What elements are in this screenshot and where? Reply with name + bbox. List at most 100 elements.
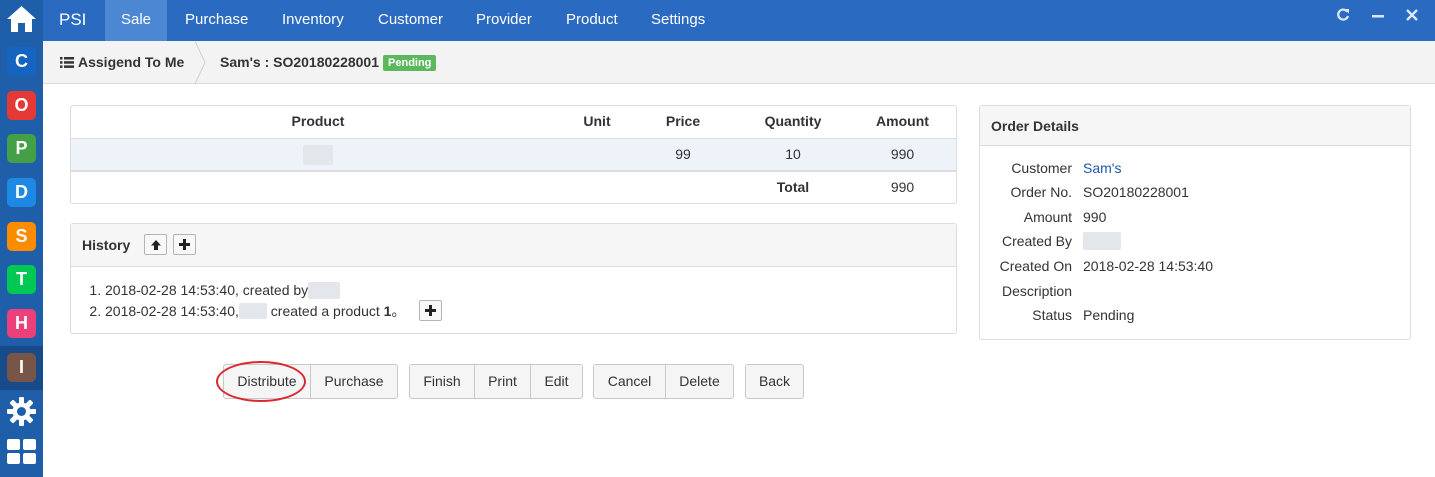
table-header-row: Product Unit Price Quantity Amount [71, 106, 956, 138]
detail-value: SO20180228001 [1083, 184, 1189, 200]
history-entry: 2018-02-28 14:53:40, created a product 1… [105, 300, 945, 322]
brand[interactable]: PSI [59, 10, 86, 30]
detail-row-created-on: Created On 2018-02-28 14:53:40 [980, 255, 1410, 277]
app-rail: C O P D S T H I [0, 0, 43, 477]
detail-label: Amount [1023, 209, 1072, 225]
detail-row-amount: Amount 990 [980, 206, 1410, 228]
history-header: History [71, 224, 956, 267]
top-nav: PSI Sale Purchase Inventory Customer Pro… [43, 0, 1435, 41]
grid-icon[interactable] [6, 438, 37, 466]
list-icon [60, 57, 74, 68]
detail-value: Pending [1083, 307, 1135, 323]
amount-cell: 990 [890, 146, 915, 162]
history-title: History [82, 237, 131, 253]
detail-row-status: Status Pending [980, 304, 1410, 326]
detail-row-customer: Customer Sam's [980, 157, 1410, 179]
redacted-user [1083, 232, 1121, 250]
refresh-icon[interactable] [1336, 8, 1350, 27]
expand-entry-button[interactable] [419, 300, 442, 321]
table-total-row: Total 990 [71, 170, 956, 202]
tab-purchase[interactable]: Purchase [169, 0, 264, 41]
collapse-button[interactable] [144, 234, 167, 255]
detail-row-description: Description [980, 280, 1410, 302]
detail-label: Order No. [1010, 184, 1072, 200]
breadcrumb-parent[interactable]: Assigend To Me [60, 54, 184, 70]
history-text: created a product [270, 303, 380, 319]
detail-value: 990 [1083, 209, 1107, 225]
quantity-cell: 10 [785, 146, 801, 162]
col-price-header: Price [665, 113, 701, 129]
breadcrumb-chevron-icon [194, 41, 206, 84]
col-amount-header: Amount [876, 113, 929, 129]
history-entry: 2018-02-28 14:53:40, created by [105, 280, 945, 301]
redacted-user [308, 282, 341, 299]
breadcrumb-current-label: Sam's : SO20180228001 [220, 54, 380, 70]
back-button[interactable]: Back [745, 364, 804, 399]
detail-row-order-no: Order No. SO20180228001 [980, 181, 1410, 203]
history-time: 2018-02-28 14:53:40 [105, 282, 235, 298]
col-quantity-header: Quantity [764, 113, 822, 129]
history-text: , created by [235, 282, 309, 298]
edit-button[interactable]: Edit [530, 364, 583, 399]
add-history-button[interactable] [173, 234, 196, 255]
breadcrumb-current: Sam's : SO20180228001 Pending [220, 54, 437, 71]
table-row[interactable]: 99 10 990 [71, 138, 956, 170]
delete-button[interactable]: Delete [665, 364, 734, 399]
tab-customer[interactable]: Customer [362, 0, 459, 41]
tab-inventory[interactable]: Inventory [266, 0, 360, 41]
app-s-icon[interactable]: S [7, 222, 36, 251]
close-icon[interactable] [1405, 8, 1419, 27]
highlight-annotation [216, 361, 306, 402]
app-h-icon[interactable]: H [7, 309, 36, 338]
app-i-icon[interactable]: I [7, 353, 36, 382]
detail-value [1083, 230, 1121, 252]
history-suffix: 。 [391, 303, 406, 319]
gear-icon[interactable] [6, 396, 37, 427]
app-p-icon[interactable]: P [7, 134, 36, 163]
detail-label: Created On [999, 258, 1072, 274]
finish-button[interactable]: Finish [409, 364, 475, 399]
cancel-button[interactable]: Cancel [593, 364, 666, 399]
order-details-header: Order Details [980, 106, 1410, 146]
print-button[interactable]: Print [474, 364, 531, 399]
tab-sale[interactable]: Sale [105, 0, 168, 41]
history-panel: History 2018-02-28 14:53:40, created by … [70, 223, 957, 334]
plus-icon [425, 305, 436, 316]
arrow-up-icon [150, 239, 161, 250]
price-cell: 99 [675, 146, 691, 162]
plus-icon [179, 239, 190, 250]
product-name-cell [71, 139, 565, 171]
redacted-product-name [303, 145, 333, 166]
home-icon[interactable] [6, 4, 37, 34]
detail-row-created-by: Created By [980, 230, 1410, 252]
breadcrumb: Assigend To Me Sam's : SO20180228001 Pend… [43, 41, 1435, 84]
redacted-user [238, 303, 267, 319]
col-product-header: Product [291, 113, 345, 129]
app-d-icon[interactable]: D [7, 178, 36, 207]
order-details-title: Order Details [991, 118, 1079, 134]
total-label: Total [776, 179, 810, 195]
purchase-button[interactable]: Purchase [310, 364, 398, 399]
status-badge: Pending [383, 55, 437, 71]
breadcrumb-parent-label: Assigend To Me [78, 54, 185, 70]
detail-label: Customer [1011, 160, 1072, 176]
app-t-icon[interactable]: T [7, 265, 36, 294]
detail-label: Created By [1001, 233, 1072, 249]
detail-label: Description [1001, 283, 1072, 299]
total-amount: 990 [890, 179, 915, 195]
detail-label: Status [1032, 307, 1072, 323]
col-unit-header: Unit [583, 113, 611, 129]
unit-cell [565, 139, 629, 171]
tab-product[interactable]: Product [550, 0, 634, 41]
history-time: 2018-02-28 14:53:40 [105, 303, 235, 319]
product-table: Product Unit Price Quantity Amount 99 10… [70, 105, 957, 204]
tab-provider[interactable]: Provider [460, 0, 548, 41]
minimize-icon[interactable] [1371, 8, 1385, 27]
order-details-panel: Order Details Customer Sam's Order No. S… [979, 105, 1411, 340]
history-list: 2018-02-28 14:53:40, created by 2018-02-… [105, 280, 945, 322]
customer-link[interactable]: Sam's [1083, 157, 1121, 179]
tab-settings[interactable]: Settings [635, 0, 721, 41]
app-c-icon[interactable]: C [7, 47, 36, 76]
detail-value: 2018-02-28 14:53:40 [1083, 258, 1213, 274]
app-o-icon[interactable]: O [7, 91, 36, 120]
